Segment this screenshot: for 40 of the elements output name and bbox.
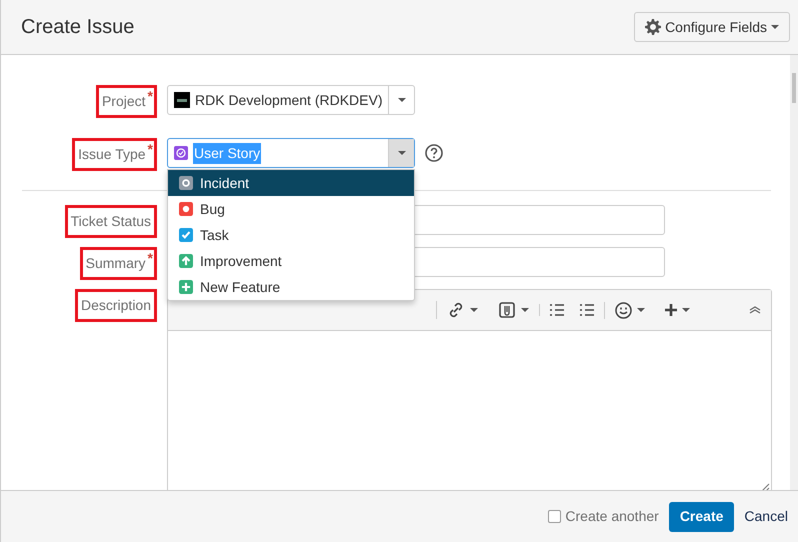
create-button[interactable]: Create bbox=[668, 502, 734, 532]
emoji-icon[interactable] bbox=[615, 302, 632, 318]
help-icon[interactable] bbox=[425, 144, 443, 162]
required-mark: * bbox=[148, 251, 153, 265]
plus-icon[interactable] bbox=[665, 304, 677, 316]
checkbox[interactable] bbox=[548, 510, 562, 523]
caret-icon bbox=[682, 308, 690, 312]
caret-icon bbox=[771, 25, 779, 29]
bullet-list-icon[interactable] bbox=[550, 304, 564, 316]
menu-item[interactable]: Bug bbox=[168, 196, 414, 222]
check-circle-icon bbox=[174, 146, 188, 160]
collapse-icon[interactable] bbox=[749, 306, 761, 314]
settings-icon bbox=[645, 19, 662, 35]
field-label: Issue Type bbox=[78, 145, 147, 164]
required-mark: * bbox=[148, 89, 153, 103]
create-another-label: Create another bbox=[565, 507, 659, 526]
required-mark: * bbox=[148, 142, 153, 156]
project-avatar-icon bbox=[174, 92, 190, 108]
field-label: Summary bbox=[86, 254, 147, 273]
menu-item[interactable]: Improvement bbox=[168, 248, 414, 274]
caret-icon bbox=[470, 308, 478, 312]
numbered-list-icon[interactable] bbox=[580, 304, 594, 316]
caret-icon bbox=[521, 308, 529, 312]
caret-icon bbox=[398, 98, 406, 102]
caret-icon bbox=[637, 308, 645, 312]
menu-item[interactable]: Incident bbox=[168, 170, 414, 196]
field-label: Ticket Status bbox=[70, 212, 152, 231]
menu-item[interactable]: New Feature bbox=[168, 274, 414, 300]
cancel-link[interactable]: Cancel bbox=[744, 506, 790, 527]
dialog-title: Create Issue bbox=[21, 15, 134, 40]
link-icon[interactable] bbox=[447, 301, 465, 319]
select-field[interactable]: RDK Development (RDKDEV) bbox=[167, 85, 415, 115]
menu-item[interactable]: Task bbox=[168, 222, 414, 248]
caret-icon bbox=[398, 151, 406, 155]
scrollbar[interactable] bbox=[790, 55, 798, 490]
configure-fields-button[interactable]: Configure Fields bbox=[634, 12, 790, 42]
resize-handle-icon[interactable] bbox=[761, 483, 770, 490]
field-label: Description bbox=[80, 296, 152, 315]
attachment-icon[interactable] bbox=[498, 301, 516, 319]
field-label: Project bbox=[102, 92, 147, 111]
